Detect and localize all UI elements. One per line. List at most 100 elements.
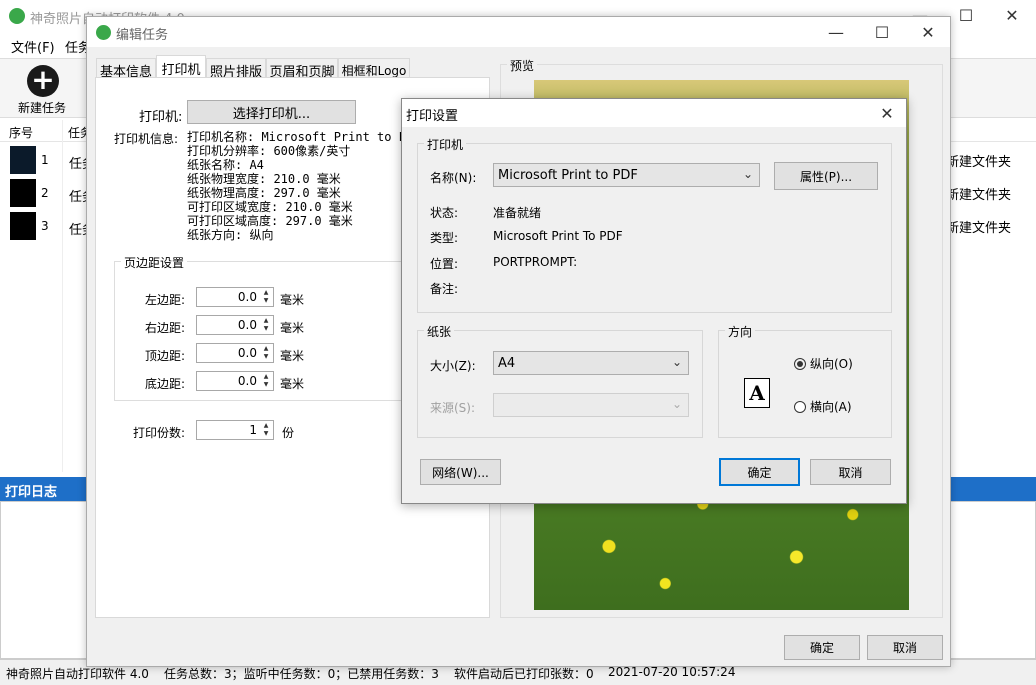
- edit-ok-button[interactable]: 确定: [784, 635, 860, 660]
- printer-name-value: Microsoft Print to PDF: [498, 167, 638, 183]
- edit-title: 编辑任务: [116, 28, 169, 43]
- row-folder: 新建文件夹: [946, 221, 1012, 236]
- printer-info-line: 可打印区域高度: 297.0 毫米: [187, 214, 353, 228]
- select-printer-button[interactable]: 选择打印机...: [187, 100, 356, 124]
- printer-info-line: 可打印区域宽度: 210.0 毫米: [187, 200, 353, 214]
- copies-value: 1: [249, 423, 257, 437]
- print-ok-button[interactable]: 确定: [719, 458, 800, 486]
- status-tasks: 任务总数：3；监听中任务数：0；已禁用任务数：3: [164, 667, 439, 681]
- row-thumbnail: [10, 146, 36, 174]
- printer-info-line: 纸张物理高度: 297.0 毫米: [187, 186, 341, 200]
- landscape-radio[interactable]: 横向(A): [794, 398, 852, 415]
- paper-group-title: 纸张: [424, 323, 455, 340]
- top-margin-label: 顶边距:: [145, 349, 186, 363]
- status-app: 神奇照片自动打印软件 4.0: [6, 667, 149, 681]
- edit-close-button[interactable]: ✕: [905, 17, 951, 47]
- new-task-button[interactable]: + 新建任务: [10, 61, 76, 117]
- printer-info-line: 打印机名称: Microsoft Print to PDF: [187, 130, 421, 144]
- source-label: 来源(S):: [430, 401, 476, 415]
- edit-minimize-button[interactable]: —: [813, 17, 859, 47]
- tab-basic[interactable]: 基本信息: [96, 58, 156, 80]
- chevron-down-icon: ⌄: [742, 167, 753, 181]
- printer-name-select[interactable]: Microsoft Print to PDF ⌄: [493, 163, 760, 187]
- right-margin-unit: 毫米: [280, 321, 305, 335]
- copies-unit: 份: [282, 426, 295, 440]
- status-value: 准备就绪: [493, 206, 542, 220]
- print-setup-dialog: 打印设置 ✕ 打印机 名称(N): Microsoft Print to PDF…: [401, 98, 907, 504]
- bottom-margin-value: 0.0: [237, 374, 257, 388]
- left-margin-unit: 毫米: [280, 293, 305, 307]
- printer-info-line: 纸张方向: 纵向: [187, 228, 274, 242]
- tab-printer[interactable]: 打印机: [156, 55, 206, 78]
- spin-arrows-icon[interactable]: ▲ ▼: [261, 422, 271, 438]
- bottom-margin-unit: 毫米: [280, 377, 305, 391]
- row-thumbnail: [10, 212, 36, 240]
- paper-size-select[interactable]: A4 ⌄: [493, 351, 689, 375]
- bottom-margin-input[interactable]: 0.0 ▲ ▼: [196, 371, 274, 391]
- paper-size-value: A4: [498, 355, 516, 371]
- row-index: 3: [41, 219, 49, 233]
- where-label: 位置:: [430, 257, 459, 271]
- radio-unchecked-icon: [794, 400, 806, 413]
- left-margin-value: 0.0: [237, 290, 257, 304]
- status-time: 2021-07-20 10:57:24: [608, 665, 736, 679]
- landscape-label: 横向(A): [810, 400, 852, 414]
- size-label: 大小(Z):: [430, 359, 476, 373]
- printer-info-line: 打印机分辨率: 600像素/英寸: [187, 144, 351, 158]
- paper-source-select[interactable]: ⌄: [493, 393, 689, 417]
- spin-arrows-icon[interactable]: ▲ ▼: [261, 317, 271, 333]
- row-folder: 新建文件夹: [946, 188, 1012, 203]
- main-close-button[interactable]: ✕: [989, 0, 1035, 30]
- print-cancel-button[interactable]: 取消: [810, 459, 891, 485]
- edit-maximize-button[interactable]: ☐: [859, 17, 905, 47]
- portrait-label: 纵向(O): [810, 357, 853, 371]
- left-margin-input[interactable]: 0.0 ▲ ▼: [196, 287, 274, 307]
- new-task-label: 新建任务: [18, 101, 67, 115]
- left-margin-label: 左边距:: [145, 293, 186, 307]
- top-margin-input[interactable]: 0.0 ▲ ▼: [196, 343, 274, 363]
- orientation-group-title: 方向: [725, 323, 756, 340]
- printer-info-label: 打印机信息:: [114, 132, 179, 146]
- menu-file[interactable]: 文件(F): [11, 37, 55, 56]
- log-title: 打印日志: [5, 485, 58, 500]
- row-index: 1: [41, 153, 49, 167]
- tab-header-footer[interactable]: 页眉和页脚: [266, 58, 338, 80]
- page-orientation-icon: A: [744, 378, 770, 408]
- row-thumbnail: [10, 179, 36, 207]
- printer-info: 打印机名称: Microsoft Print to PDF 打印机分辨率: 60…: [187, 130, 420, 242]
- radio-checked-icon: [794, 357, 806, 370]
- status-printed: 软件启动后已打印张数：0: [454, 667, 594, 681]
- comment-label: 备注:: [430, 282, 459, 296]
- app-icon: [96, 25, 111, 40]
- printer-info-line: 纸张名称: A4: [187, 158, 264, 172]
- status-label: 状态:: [430, 206, 459, 220]
- spin-arrows-icon[interactable]: ▲ ▼: [261, 289, 271, 305]
- margin-group-title: 页边距设置: [121, 254, 188, 271]
- tab-layout[interactable]: 照片排版: [206, 58, 266, 80]
- bottom-margin-label: 底边距:: [145, 377, 186, 391]
- chevron-down-icon: ⌄: [671, 355, 682, 369]
- paper-group: 纸张: [417, 323, 703, 438]
- top-margin-unit: 毫米: [280, 349, 305, 363]
- properties-button[interactable]: 属性(P)...: [774, 162, 878, 190]
- edit-cancel-button[interactable]: 取消: [867, 635, 943, 660]
- printer-group-title: 打印机: [424, 136, 467, 153]
- type-value: Microsoft Print To PDF: [493, 229, 623, 243]
- type-label: 类型:: [430, 231, 459, 245]
- chevron-down-icon: ⌄: [671, 397, 682, 411]
- tab-frame-logo[interactable]: 相框和Logo: [338, 58, 410, 78]
- printer-info-line: 纸张物理宽度: 210.0 毫米: [187, 172, 341, 186]
- printer-label: 打印机:: [139, 110, 183, 125]
- print-title-bar: 打印设置 ✕: [402, 99, 906, 127]
- right-margin-input[interactable]: 0.0 ▲ ▼: [196, 315, 274, 335]
- col-index[interactable]: 序号: [9, 124, 33, 141]
- print-close-button[interactable]: ✕: [868, 99, 906, 127]
- top-margin-value: 0.0: [237, 346, 257, 360]
- portrait-radio[interactable]: 纵向(O): [794, 355, 853, 372]
- copies-input[interactable]: 1 ▲ ▼: [196, 420, 274, 440]
- print-title: 打印设置: [406, 109, 459, 124]
- spin-arrows-icon[interactable]: ▲ ▼: [261, 345, 271, 361]
- spin-arrows-icon[interactable]: ▲ ▼: [261, 373, 271, 389]
- network-button[interactable]: 网络(W)...: [420, 459, 501, 485]
- preview-label: 预览: [507, 57, 538, 74]
